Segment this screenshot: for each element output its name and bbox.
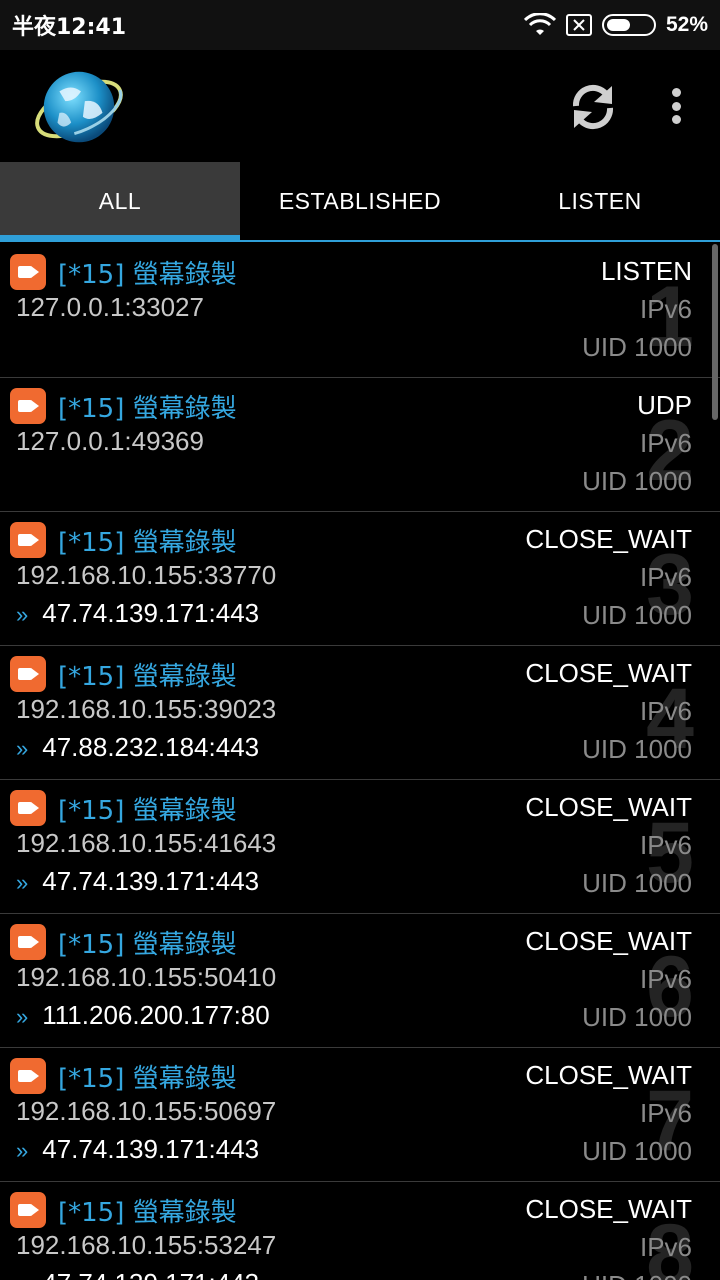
local-address: 192.168.10.155:50697 <box>16 1096 277 1126</box>
app-name: [*15] 螢幕錄製 <box>58 260 237 290</box>
globe-icon <box>35 71 123 143</box>
remote-address: » 111.206.200.177:80 <box>16 1000 270 1031</box>
screen-recorder-icon <box>10 254 46 290</box>
remote-address-text: 111.206.200.177:80 <box>42 1000 270 1030</box>
refresh-icon[interactable] <box>566 80 620 134</box>
remote-address: » 47.74.139.171:443 <box>16 866 259 897</box>
connection-row[interactable]: 4 [*15] 螢幕錄製 192.168.10.155:39023» 47.88.23… <box>0 646 720 780</box>
connection-row[interactable]: 6 [*15] 螢幕錄製 192.168.10.155:50410» 111.206.… <box>0 914 720 1048</box>
uid: UID 1000 <box>582 600 692 630</box>
remote-address-text: 47.74.139.171:443 <box>42 598 260 628</box>
remote-address-text: 47.88.232.184:443 <box>42 732 260 762</box>
connection-list[interactable]: 1 [*15] 螢幕錄製 127.0.0.1:33027 LISTEN IPv6 UID … <box>0 244 720 1280</box>
app-name: [*15] 螢幕錄製 <box>58 796 237 826</box>
connection-row[interactable]: 5 [*15] 螢幕錄製 192.168.10.155:41643» 47.74.13… <box>0 780 720 914</box>
app-toolbar <box>0 50 720 162</box>
app-name: [*15] 螢幕錄製 <box>58 528 237 558</box>
local-address: 127.0.0.1:49369 <box>16 426 204 456</box>
remote-address: » 47.74.139.171:443 <box>16 1134 259 1165</box>
connection-state: CLOSE_WAIT <box>525 926 692 956</box>
remote-address-text: 47.74.139.171:443 <box>42 1134 260 1164</box>
connection-row[interactable]: 3 [*15] 螢幕錄製 192.168.10.155:33770» 47.74.13… <box>0 512 720 646</box>
connection-state: CLOSE_WAIT <box>525 1060 692 1090</box>
remote-arrow-icon: » <box>16 602 29 627</box>
screen-recorder-icon <box>10 790 46 826</box>
protocol: IPv6 <box>639 830 692 860</box>
local-address: 192.168.10.155:33770 <box>16 560 277 590</box>
uid: UID 1000 <box>582 734 692 764</box>
connection-state: CLOSE_WAIT <box>525 792 692 822</box>
remote-arrow-icon: » <box>16 1004 29 1029</box>
protocol: IPv6 <box>639 1098 692 1128</box>
protocol: IPv6 <box>639 964 692 994</box>
local-address: 192.168.10.155:53247 <box>16 1230 277 1260</box>
local-address: 192.168.10.155:50410 <box>16 962 277 992</box>
local-address: 192.168.10.155:41643 <box>16 828 277 858</box>
filter-tabs: ALL ESTABLISHED LISTEN <box>0 162 720 242</box>
protocol: IPv6 <box>639 294 692 324</box>
app-name: [*15] 螢幕錄製 <box>58 1198 237 1228</box>
uid: UID 1000 <box>582 868 692 898</box>
app-name: [*15] 螢幕錄製 <box>58 662 237 692</box>
app-name: [*15] 螢幕錄製 <box>58 1064 237 1094</box>
remote-arrow-icon: » <box>16 736 29 761</box>
clock: 半夜12:41 <box>12 15 127 40</box>
battery-percent: 52% <box>665 13 708 36</box>
connection-row[interactable]: 2 [*15] 螢幕錄製 127.0.0.1:49369 UDP IPv6 UID 100… <box>0 378 720 512</box>
uid: UID 1000 <box>582 1002 692 1032</box>
protocol: IPv6 <box>639 428 692 458</box>
uid: UID 1000 <box>582 332 692 362</box>
protocol: IPv6 <box>639 696 692 726</box>
remote-address: » 47.88.232.184:443 <box>16 732 259 763</box>
status-icons: 52% <box>523 13 708 37</box>
remote-arrow-icon: » <box>16 870 29 895</box>
connection-state: CLOSE_WAIT <box>525 1194 692 1224</box>
status-bar: 半夜12:41 52% <box>0 0 720 50</box>
protocol: IPv6 <box>639 1232 692 1262</box>
connection-state: LISTEN <box>600 256 692 286</box>
connection-row[interactable]: 8[*15] 螢幕錄製192.168.10.155:53247»47.74.13… <box>0 1182 720 1280</box>
protocol: IPv6 <box>639 562 692 592</box>
uid: UID 1000 <box>582 466 692 496</box>
screen-recorder-icon <box>10 924 46 960</box>
remote-address-text: 47.74.139.171:443 <box>42 866 260 896</box>
screen-recorder-icon <box>10 656 46 692</box>
uid: UID 1000 <box>582 1136 692 1166</box>
remote-address: » 47.74.139.171:443 <box>16 1268 259 1280</box>
connection-state: UDP <box>637 390 692 420</box>
scrollbar[interactable] <box>712 244 718 420</box>
connection-row[interactable]: 7 [*15] 螢幕錄製 192.168.10.155:50697» 47.74.13… <box>0 1048 720 1182</box>
connection-state: CLOSE_WAIT <box>525 524 692 554</box>
remote-arrow-icon: » <box>16 1138 29 1163</box>
screen-recorder-icon <box>10 522 46 558</box>
no-sim-icon <box>565 14 592 36</box>
remote-address: » 47.74.139.171:443 <box>16 598 259 629</box>
tab-all[interactable]: ALL <box>0 162 240 242</box>
connection-state: CLOSE_WAIT <box>525 658 692 688</box>
screen-recorder-icon <box>10 1058 46 1094</box>
screen-recorder-icon <box>10 388 46 424</box>
app-name: [*15] 螢幕錄製 <box>58 394 237 424</box>
local-address: 192.168.10.155:39023 <box>16 694 277 724</box>
tab-established[interactable]: ESTABLISHED <box>240 162 480 240</box>
tab-listen[interactable]: LISTEN <box>480 162 720 240</box>
more-vert-icon[interactable] <box>660 84 692 128</box>
screen-recorder-icon <box>10 1192 46 1228</box>
remote-address-text: 47.74.139.171:443 <box>42 1268 259 1280</box>
connection-row[interactable]: 1 [*15] 螢幕錄製 127.0.0.1:33027 LISTEN IPv6 UID … <box>0 244 720 378</box>
remote-arrow-icon: » <box>16 1272 28 1280</box>
uid: UID 1000 <box>582 1270 692 1280</box>
app-name: [*15] 螢幕錄製 <box>58 930 237 960</box>
local-address: 127.0.0.1:33027 <box>16 292 204 322</box>
battery-icon <box>601 14 656 36</box>
wifi-icon <box>523 13 556 35</box>
